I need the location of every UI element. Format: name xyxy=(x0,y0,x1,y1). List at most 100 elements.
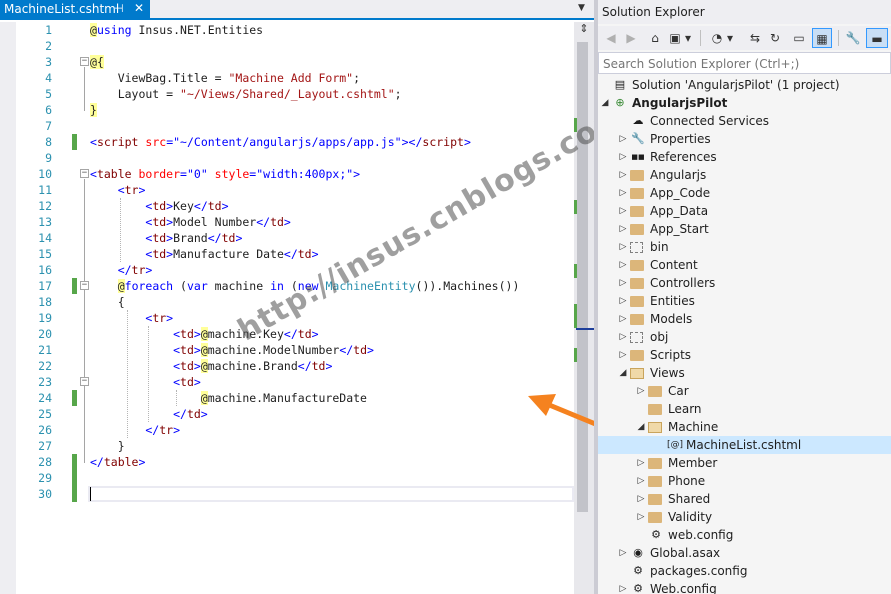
tree-item-views[interactable]: ◢ Views xyxy=(598,364,891,382)
expand-arrow-icon[interactable]: ▷ xyxy=(636,385,646,397)
split-window-icon[interactable]: ⇕ xyxy=(574,22,594,39)
show-all-files-icon[interactable]: ▦ xyxy=(812,28,832,48)
code-line-5: Layout = "~/Views/Shared/_Layout.cshtml"… xyxy=(90,87,402,101)
tree-item-web-config[interactable]: ▷ ⚙ Web.config xyxy=(598,580,891,594)
code-line-28: </table> xyxy=(90,455,146,469)
expand-arrow-icon[interactable]: ▷ xyxy=(618,241,628,253)
line-number: 7 xyxy=(45,119,52,133)
dashed-folder-icon xyxy=(630,242,643,253)
folder-icon xyxy=(630,170,644,181)
expand-arrow-icon[interactable]: ▷ xyxy=(618,277,628,289)
expand-arrow-icon[interactable]: ▷ xyxy=(618,295,628,307)
tree-item-bin[interactable]: ▷ bin xyxy=(598,238,891,256)
tree-item-references[interactable]: ▷ ■■ References xyxy=(598,148,891,166)
properties-wrench-icon[interactable]: 🔧 xyxy=(844,28,862,48)
home-icon[interactable]: ⌂ xyxy=(646,28,664,48)
tree-item-angularjspilot[interactable]: ◢ ⊕ AngularjsPilot xyxy=(598,94,891,112)
tree-item-solution-angularjspilot-1-project[interactable]: ▤ Solution 'AngularjsPilot' (1 project) xyxy=(598,76,891,94)
chevron-down-icon[interactable]: ▾ xyxy=(724,28,736,48)
expand-arrow-icon[interactable]: ▷ xyxy=(618,313,628,325)
tree-item-packages-config[interactable]: ⚙ packages.config xyxy=(598,562,891,580)
tree-item-global-asax[interactable]: ▷ ◉ Global.asax xyxy=(598,544,891,562)
line-number: 17 xyxy=(38,279,52,293)
tree-item-label: App_Start xyxy=(650,222,709,236)
expand-arrow-icon[interactable]: ▷ xyxy=(618,151,628,163)
line-number: 20 xyxy=(38,327,52,341)
tree-item-properties[interactable]: ▷ 🔧 Properties xyxy=(598,130,891,148)
tree-item-car[interactable]: ▷ Car xyxy=(598,382,891,400)
tree-item-scripts[interactable]: ▷ Scripts xyxy=(598,346,891,364)
expand-arrow-icon[interactable]: ▷ xyxy=(618,349,628,361)
pin-icon[interactable]: ⊣ xyxy=(114,2,124,15)
expand-arrow-icon[interactable]: ▷ xyxy=(636,457,646,469)
expand-arrow-icon[interactable]: ▷ xyxy=(636,511,646,523)
code-editor-pane[interactable]: MachineList.cshtml ⊣ ✕ ▼ 1 2 3 4 5 6 7 8 9 10 11 12… xyxy=(0,0,647,594)
tree-item-obj[interactable]: ▷ obj xyxy=(598,328,891,346)
tree-item-label: Machine xyxy=(668,420,719,434)
collapse-outline-icon[interactable]: − xyxy=(80,57,89,66)
collapse-arrow-icon[interactable]: ◢ xyxy=(600,97,610,109)
expand-arrow-icon[interactable]: ▷ xyxy=(618,223,628,235)
line-number: 1 xyxy=(45,23,52,37)
expand-arrow-icon[interactable]: ▷ xyxy=(618,205,628,217)
solution-explorer-search-input[interactable] xyxy=(598,52,891,74)
collapse-outline-icon[interactable]: − xyxy=(80,169,89,178)
expand-arrow-icon[interactable]: ▷ xyxy=(636,475,646,487)
line-number: 14 xyxy=(38,231,52,245)
tree-item-label: Global.asax xyxy=(650,546,721,560)
tree-item-label: web.config xyxy=(668,528,734,542)
expand-arrow-icon[interactable]: ▷ xyxy=(618,547,628,559)
collapse-arrow-icon[interactable]: ◢ xyxy=(636,421,646,433)
tree-item-entities[interactable]: ▷ Entities xyxy=(598,292,891,310)
solution-tree: ▤ Solution 'AngularjsPilot' (1 project) ◢ ⊕… xyxy=(598,76,891,594)
expand-arrow-icon[interactable]: ▷ xyxy=(618,331,628,343)
forward-icon[interactable]: ▶ xyxy=(622,28,640,48)
tree-item-models[interactable]: ▷ Models xyxy=(598,310,891,328)
tree-item-app-code[interactable]: ▷ App_Code xyxy=(598,184,891,202)
document-tab-machinelist[interactable]: MachineList.cshtml ⊣ ✕ xyxy=(0,0,150,20)
expand-arrow-icon[interactable]: ▷ xyxy=(618,583,628,594)
tree-item-app-data[interactable]: ▷ App_Data xyxy=(598,202,891,220)
tree-item-label: Learn xyxy=(668,402,702,416)
expand-arrow-icon[interactable]: ▷ xyxy=(618,133,628,145)
back-icon[interactable]: ◀ xyxy=(602,28,620,48)
tree-item-label: Web.config xyxy=(650,582,717,594)
sync-icon[interactable]: ⇆ xyxy=(746,28,764,48)
collapse-all-icon[interactable]: ▭ xyxy=(790,28,808,48)
expand-arrow-icon[interactable]: ▷ xyxy=(618,259,628,271)
tree-item-member[interactable]: ▷ Member xyxy=(598,454,891,472)
tree-item-machinelist-cshtml[interactable]: [@] MachineList.cshtml xyxy=(598,436,891,454)
expand-arrow-icon[interactable]: ▷ xyxy=(636,493,646,505)
close-icon[interactable]: ✕ xyxy=(134,1,144,15)
tab-list-dropdown-icon[interactable]: ▼ xyxy=(578,3,585,13)
code-text-area[interactable]: @using Insus.NET.Entities @{ ViewBag.Tit… xyxy=(90,22,574,594)
line-number: 10 xyxy=(38,167,52,181)
tree-item-shared[interactable]: ▷ Shared xyxy=(598,490,891,508)
chevron-down-icon[interactable]: ▾ xyxy=(682,28,694,48)
changed-line-marker xyxy=(72,390,77,406)
tree-item-content[interactable]: ▷ Content xyxy=(598,256,891,274)
collapse-outline-icon[interactable]: − xyxy=(80,377,89,386)
preview-selected-items-icon[interactable]: ▬ xyxy=(866,28,888,48)
expand-arrow-icon[interactable]: ▷ xyxy=(618,187,628,199)
tree-item-machine[interactable]: ◢ Machine xyxy=(598,418,891,436)
tree-item-web-config[interactable]: ⚙ web.config xyxy=(598,526,891,544)
collapse-arrow-icon[interactable]: ◢ xyxy=(618,367,628,379)
tree-item-label: Entities xyxy=(650,294,695,308)
tree-item-angularjs[interactable]: ▷ Angularjs xyxy=(598,166,891,184)
tree-item-learn[interactable]: Learn xyxy=(598,400,891,418)
tree-item-validity[interactable]: ▷ Validity xyxy=(598,508,891,526)
open-folder-icon xyxy=(648,422,662,433)
web-project-icon: ⊕ xyxy=(615,96,625,109)
tree-item-label: Controllers xyxy=(650,276,716,290)
code-line-19: <tr> xyxy=(90,311,174,325)
refresh-icon[interactable]: ↻ xyxy=(766,28,784,48)
code-line-26: </tr> xyxy=(90,423,181,437)
tree-item-controllers[interactable]: ▷ Controllers xyxy=(598,274,891,292)
tree-item-app-start[interactable]: ▷ App_Start xyxy=(598,220,891,238)
line-number: 30 xyxy=(38,487,52,501)
tree-item-phone[interactable]: ▷ Phone xyxy=(598,472,891,490)
expand-arrow-icon[interactable]: ▷ xyxy=(618,169,628,181)
tree-item-connected-services[interactable]: ☁ Connected Services xyxy=(598,112,891,130)
collapse-outline-icon[interactable]: − xyxy=(80,281,89,290)
